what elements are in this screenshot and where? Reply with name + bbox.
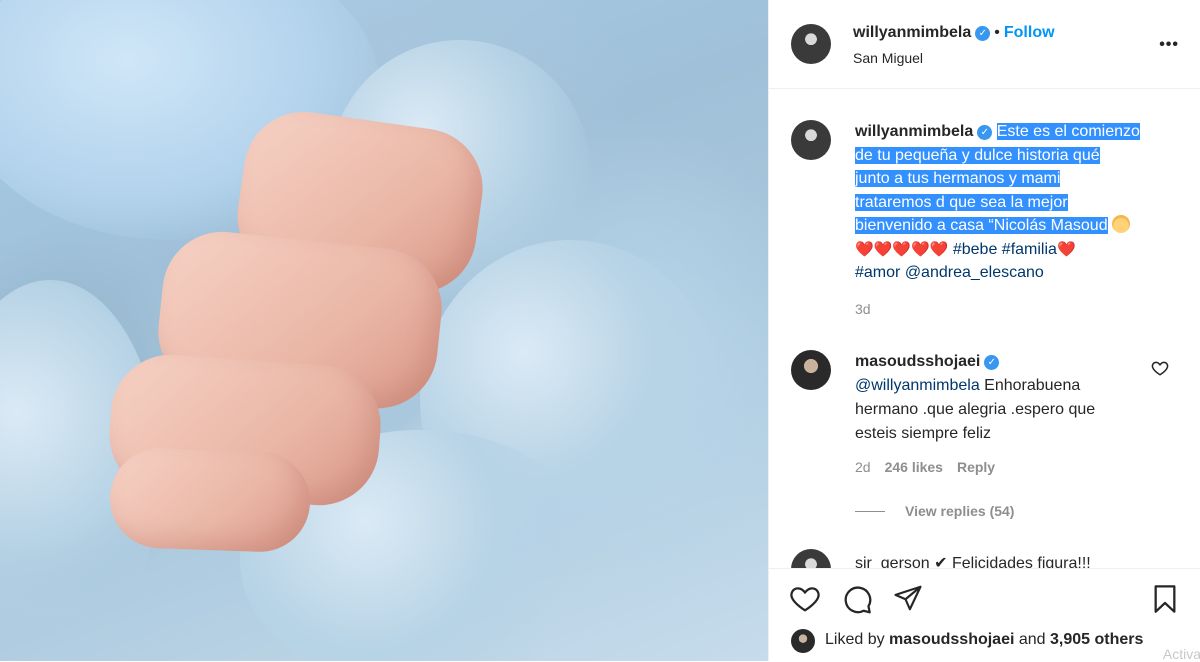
comment-text: Enhorabuena (979, 377, 1081, 394)
caption-text: trataremos d que sea la mejor (855, 193, 1068, 211)
comment-mention[interactable]: @willyanmimbela (855, 377, 980, 394)
hearts-emoji: ❤️❤️❤️❤️❤️ (855, 240, 949, 258)
verified-icon: ✓ (984, 355, 1000, 370)
caption-username[interactable]: willyanmimbela (855, 123, 973, 140)
comment: masoudsshojaei ✓ @willyanmimbela Enhorabu… (855, 350, 1155, 446)
post-location[interactable]: San Miguel (853, 50, 923, 66)
post-photo[interactable] (0, 0, 768, 661)
post-caption: willyanmimbela ✓ Este es el comienzo de t… (855, 120, 1185, 285)
comment-text: hermano .que alegria .espero que (855, 401, 1096, 418)
view-replies-label: View replies (54) (905, 503, 1015, 519)
comment-bubble-icon[interactable] (841, 583, 873, 615)
post-side-panel: willyanmimbela ✓ • Follow San Miguel ••• wi… (768, 0, 1200, 662)
commenter-avatar[interactable] (791, 350, 831, 390)
divider-line (855, 511, 885, 512)
author-username[interactable]: willyanmimbela (853, 24, 971, 41)
likes-middle: and (1014, 631, 1051, 648)
save-bookmark-icon[interactable] (1149, 583, 1181, 615)
more-options-icon[interactable]: ••• (1159, 36, 1179, 54)
like-heart-icon[interactable] (789, 583, 821, 615)
caption-text: junto a tus hermanos y mami (855, 170, 1061, 187)
caption-text: bienvenido a casa “Nicolás Masoud (855, 217, 1108, 234)
comment-timestamp[interactable]: 2d (855, 459, 871, 475)
reply-button[interactable]: Reply (957, 459, 995, 475)
share-paper-plane-icon[interactable] (893, 583, 923, 613)
post-header: willyanmimbela ✓ • Follow San Miguel ••• (769, 0, 1200, 89)
comment-likes[interactable]: 246 likes (885, 459, 943, 475)
baby-fist (100, 104, 491, 560)
liker-avatar[interactable] (791, 629, 815, 653)
caption-text: Este es el comienzo (996, 123, 1140, 140)
caption-avatar[interactable] (791, 120, 831, 160)
heart-emoji: ❤️ (1056, 240, 1076, 258)
likes-count[interactable]: 3,905 others (1050, 631, 1143, 648)
action-bar: Liked by masoudsshojaei and 3,905 others… (769, 568, 1200, 662)
author-avatar[interactable] (791, 24, 831, 64)
author-line: willyanmimbela ✓ • Follow (853, 24, 1055, 42)
liker-username[interactable]: masoudsshojaei (889, 631, 1014, 648)
comment-username[interactable]: masoudsshojaei (855, 353, 980, 370)
separator-dot: • (994, 24, 1000, 41)
comment-text: esteis siempre feliz (855, 425, 992, 442)
likes-prefix: Liked by (825, 631, 890, 648)
like-comment-heart-icon[interactable] (1151, 359, 1169, 377)
comment-meta: 2d 246 likes Reply (855, 459, 995, 475)
follow-button[interactable]: Follow (1004, 24, 1055, 41)
view-replies-button[interactable]: View replies (54) (855, 503, 1014, 519)
hashtag-link[interactable]: #bebe (953, 241, 998, 258)
verified-icon: ✓ (975, 26, 991, 41)
mention-link[interactable]: @andrea_elescano (905, 264, 1044, 281)
caption-text: de tu pequeña y dulce historia qué (855, 146, 1100, 164)
verified-icon: ✓ (977, 125, 993, 140)
baby-emoji-icon (1111, 215, 1130, 233)
likes-summary[interactable]: Liked by masoudsshojaei and 3,905 others (825, 631, 1143, 649)
activation-watermark: Activa (1162, 646, 1200, 662)
hashtag-link[interactable]: #amor (855, 264, 900, 281)
caption-timestamp[interactable]: 3d (855, 301, 871, 317)
finger (108, 446, 312, 554)
hashtag-link[interactable]: #familia (1002, 241, 1057, 258)
